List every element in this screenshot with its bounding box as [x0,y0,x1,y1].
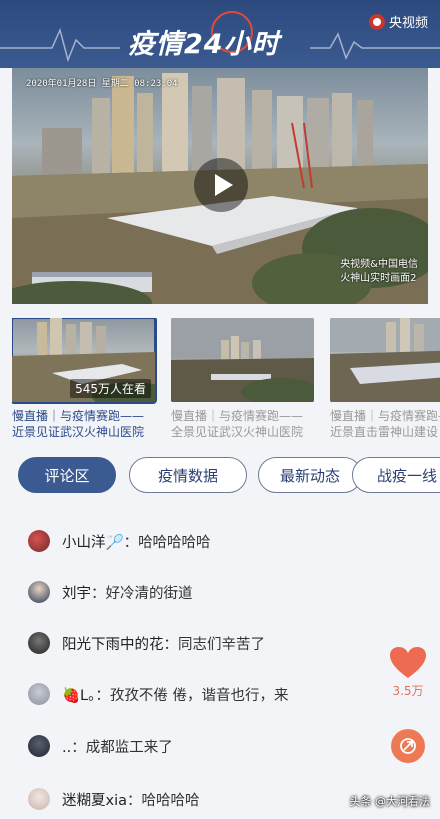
comment-text: 哈哈哈哈 [141,792,200,809]
cctv-logo-icon [368,13,385,30]
avatar[interactable] [28,632,50,654]
watermark-line1: 央视频&中国电信 [340,259,418,270]
app-header: 疫情24小时 央视频 [0,0,440,68]
like-button[interactable]: 3.5万 [388,645,428,699]
heart-icon [390,647,426,678]
comment-item: 小山洋🏸：哈哈哈哈哈 [28,528,211,554]
stream-title: 慢直播｜与疫情赛跑——全景见证武汉火神山医院崛起 [171,409,304,439]
comment-username[interactable]: 阳光下雨中的花 [62,637,164,653]
play-icon [214,174,233,196]
comment-username[interactable]: 🍓L。 [62,688,95,704]
share-button[interactable] [391,729,425,763]
comment-username[interactable]: 刘宇 [62,586,91,602]
stream-thumbnail [330,318,440,402]
source-watermark: 头条 @大河看法 [349,795,431,808]
like-count: 3.5万 [392,684,424,698]
comment-text: 好冷清的街道 [105,585,193,602]
brand-name: 央视频 [388,16,428,31]
brand-logo: 央视频 [368,12,428,31]
page-title: 疫情24小时 [128,29,280,60]
video-timestamp: 2020年01月28日 星期二 08:23:04 [26,79,178,89]
comment-item: 🍓L。：孜孜不倦 倦，谐音也行，来 [28,681,289,707]
stream-thumbnail [171,318,314,402]
live-stream-card[interactable]: 慢直播｜与疫情赛跑——近景直击雷神山建设 [330,318,440,440]
viewer-count: 545万人在看 [70,379,151,398]
share-icon [400,738,416,754]
comment-text: 成都监工来了 [85,739,173,756]
comment-username[interactable]: .. [62,740,71,756]
live-stream-card[interactable]: 慢直播｜与疫情赛跑——全景见证武汉火神山医院崛起 [171,318,314,440]
comment-username[interactable]: 迷糊夏xia [62,793,127,809]
comment-username[interactable]: 小山洋🏸 [62,535,124,551]
comment-text: 孜孜不倦 倦，谐音也行，来 [109,687,289,704]
avatar[interactable] [28,788,50,810]
section-tabs: 评论区 疫情数据 最新动态 战疫一线 [18,457,440,493]
play-button[interactable] [194,158,248,212]
tab-frontline[interactable]: 战疫一线 [352,457,440,493]
comment-text: 哈哈哈哈哈 [138,534,211,551]
avatar[interactable] [28,683,50,705]
tab-comments[interactable]: 评论区 [18,457,116,493]
stream-thumbnail: 545万人在看 [12,318,157,404]
stream-title: 慢直播｜与疫情赛跑——近景直击雷神山建设 [330,409,440,439]
comment-item: 阳光下雨中的花：同志们辛苦了 [28,630,265,656]
live-stream-card[interactable]: 545万人在看 慢直播｜与疫情赛跑——近景见证武汉火神山医院崛起 [12,318,157,440]
stream-title: 慢直播｜与疫情赛跑——近景见证武汉火神山医院崛起 [12,409,145,439]
tab-latest-news[interactable]: 最新动态 [258,457,362,493]
comment-item: 刘宇：好冷清的街道 [28,579,193,605]
comment-item: ..：成都监工来了 [28,733,173,759]
watermark-line2: 火神山实时画面2 [340,273,417,284]
comment-text: 同志们辛苦了 [178,636,265,653]
live-video-player[interactable]: 2020年01月28日 星期二 08:23:04 央视频&中国电信 火神山实时画… [12,68,428,304]
avatar[interactable] [28,530,50,552]
tab-epidemic-data[interactable]: 疫情数据 [129,457,247,493]
avatar[interactable] [28,735,50,757]
avatar[interactable] [28,581,50,603]
live-stream-list: 545万人在看 慢直播｜与疫情赛跑——近景见证武汉火神山医院崛起 慢直播｜与疫情… [12,318,440,448]
comment-item: 迷糊夏xia：哈哈哈哈 [28,786,200,812]
video-watermark: 央视频&中国电信 火神山实时画面2 [340,258,418,286]
